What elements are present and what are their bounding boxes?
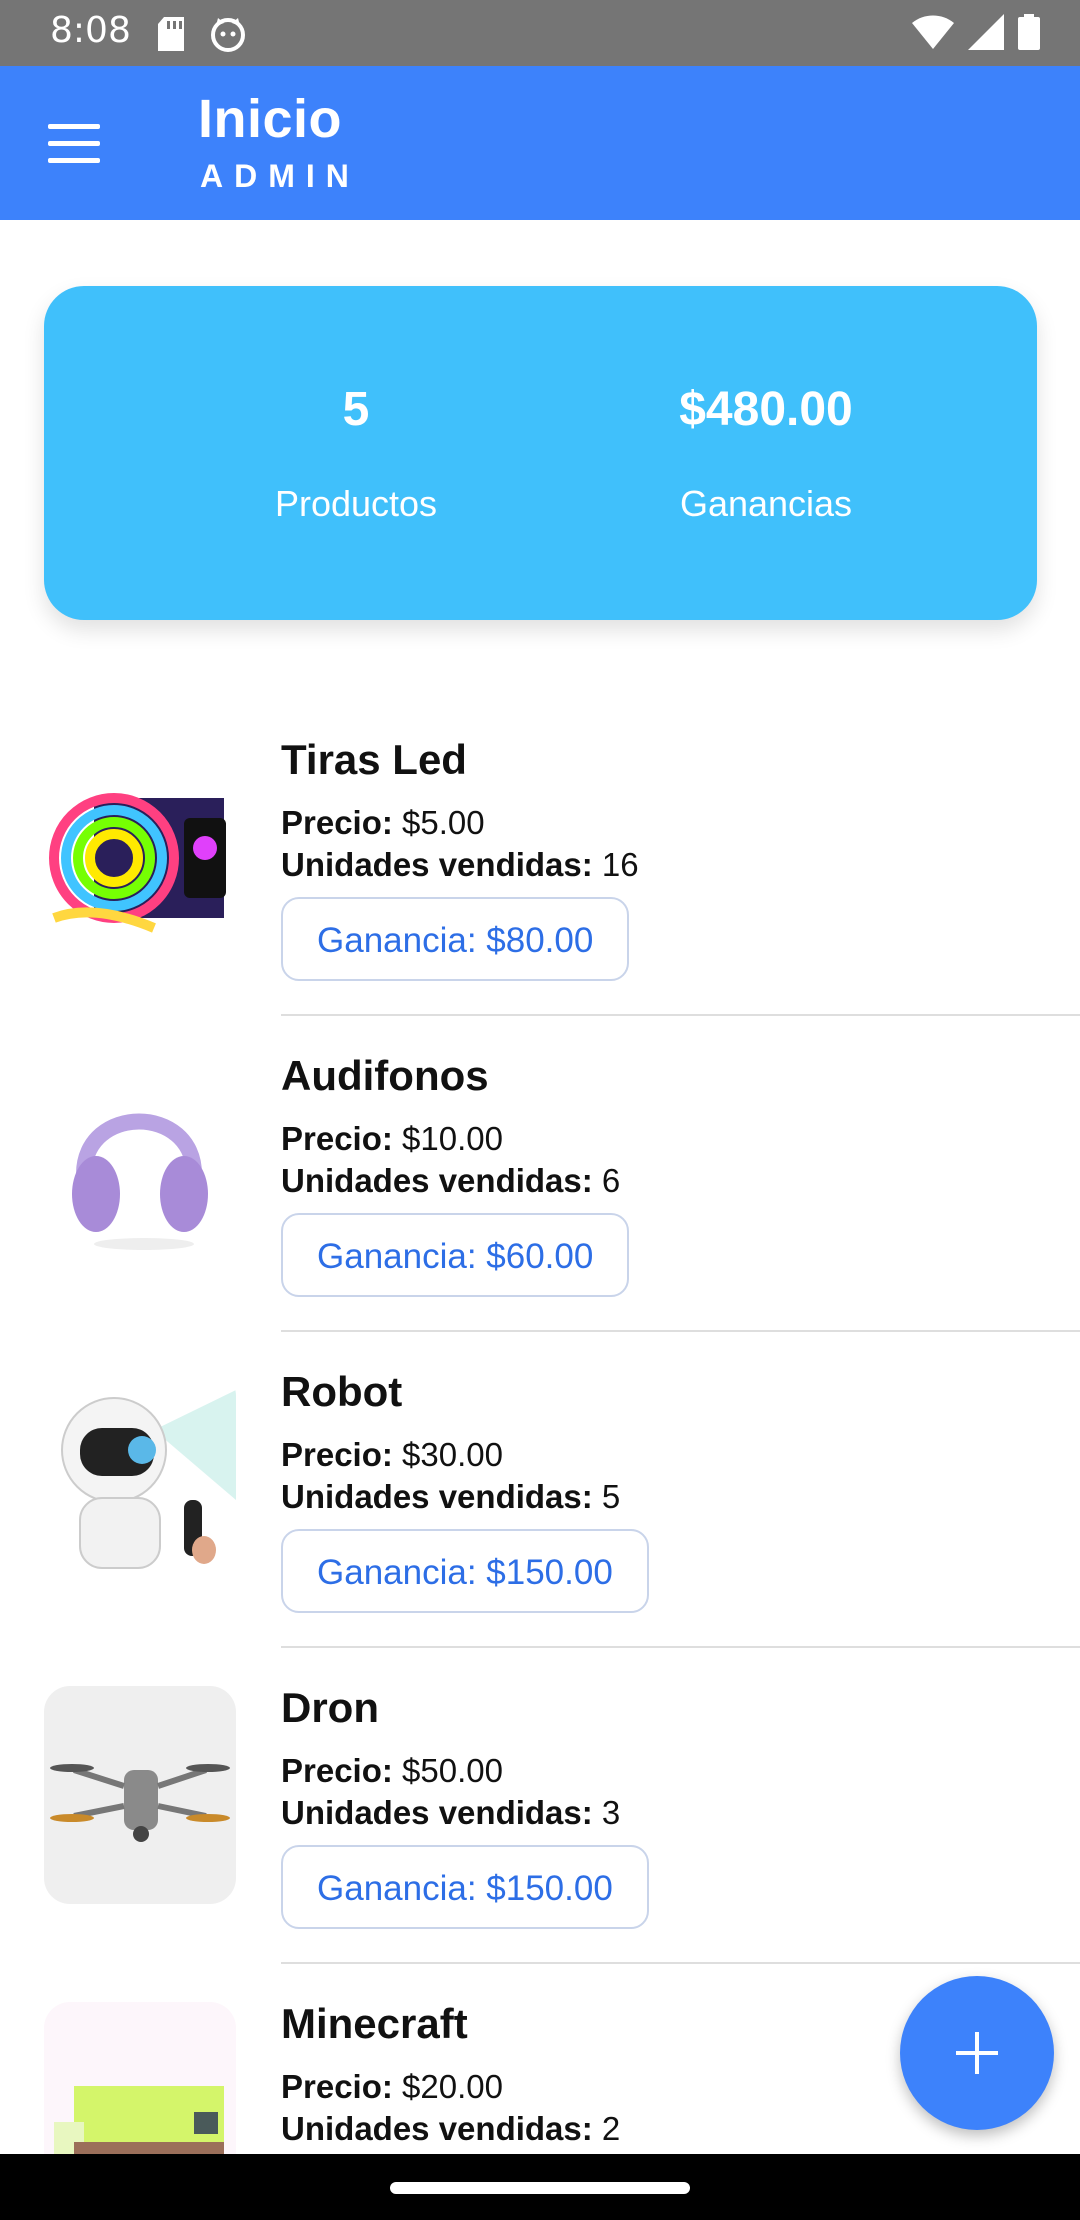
- price-label: Precio:: [281, 1752, 393, 1789]
- status-bar: 8:08: [0, 0, 1080, 66]
- gain-button[interactable]: Ganancia: $150.00: [281, 1845, 649, 1929]
- cat-icon: [211, 18, 245, 52]
- product-name: Robot: [281, 1368, 403, 1415]
- list-item[interactable]: Audifonos Precio: $10.00 Unidades vendid…: [0, 1016, 1080, 1332]
- summary-card: 5 Productos $480.00 Ganancias: [44, 286, 1037, 620]
- products-count: 5: [342, 383, 370, 436]
- status-time: 8:08: [50, 10, 131, 51]
- product-units-sold: 2: [601, 2110, 621, 2147]
- gain-button[interactable]: Ganancia: $80.00: [281, 897, 630, 981]
- product-image-drone: [44, 1686, 236, 1904]
- product-image-robot: [44, 1370, 236, 1588]
- cell-signal-icon: [968, 14, 1004, 50]
- product-price: $30.00: [402, 1436, 503, 1473]
- wifi-icon: [912, 15, 954, 49]
- products-summary: 5 Productos: [156, 382, 556, 525]
- earnings-summary: $480.00 Ganancias: [566, 382, 966, 525]
- product-image-led-strip: [44, 738, 236, 956]
- units-sold-label: Unidades vendidas:: [281, 2110, 593, 2147]
- app-bar: Inicio ADMIN: [0, 66, 1080, 220]
- gain-button[interactable]: Ganancia: $150.00: [281, 1529, 649, 1613]
- add-product-button[interactable]: [900, 1976, 1054, 2130]
- gain-button[interactable]: Ganancia: $60.00: [281, 1213, 630, 1297]
- price-label: Precio:: [281, 1436, 393, 1473]
- product-name: Minecraft: [281, 2000, 468, 2047]
- sd-card-icon: [158, 17, 184, 51]
- earnings-label: Ganancias: [679, 483, 853, 524]
- product-name: Tiras Led: [281, 736, 467, 783]
- battery-icon: [1018, 14, 1040, 50]
- product-units-sold: 3: [601, 1794, 621, 1831]
- units-sold-label: Unidades vendidas:: [281, 1794, 593, 1831]
- role-subtitle: ADMIN: [200, 158, 360, 194]
- product-image-headphones: [44, 1054, 236, 1272]
- list-item[interactable]: Dron Precio: $50.00 Unidades vendidas: 3…: [0, 1648, 1080, 1964]
- product-name: Audifonos: [281, 1052, 489, 1099]
- home-gesture-handle[interactable]: [390, 2182, 690, 2194]
- product-image-minecraft: [44, 2002, 236, 2154]
- product-name: Dron: [281, 1684, 379, 1731]
- list-item[interactable]: Robot Precio: $30.00 Unidades vendidas: …: [0, 1332, 1080, 1648]
- product-units-sold: 6: [601, 1162, 621, 1199]
- page-title: Inicio: [198, 89, 343, 149]
- product-price: $5.00: [402, 804, 485, 841]
- price-label: Precio:: [281, 804, 393, 841]
- units-sold-label: Unidades vendidas:: [281, 1162, 593, 1199]
- product-units-sold: 16: [601, 846, 639, 883]
- product-price: $50.00: [402, 1752, 503, 1789]
- system-nav-bar: [0, 2154, 1080, 2220]
- price-label: Precio:: [281, 2068, 393, 2105]
- units-sold-label: Unidades vendidas:: [281, 1478, 593, 1515]
- units-sold-label: Unidades vendidas:: [281, 846, 593, 883]
- product-price: $20.00: [402, 2068, 503, 2105]
- earnings-value: $480.00: [679, 383, 853, 436]
- list-item[interactable]: Tiras Led Precio: $5.00 Unidades vendida…: [0, 700, 1080, 1016]
- product-units-sold: 5: [601, 1478, 621, 1515]
- products-label: Productos: [274, 483, 438, 524]
- price-label: Precio:: [281, 1120, 393, 1157]
- hamburger-menu-icon[interactable]: [48, 124, 102, 164]
- product-price: $10.00: [402, 1120, 503, 1157]
